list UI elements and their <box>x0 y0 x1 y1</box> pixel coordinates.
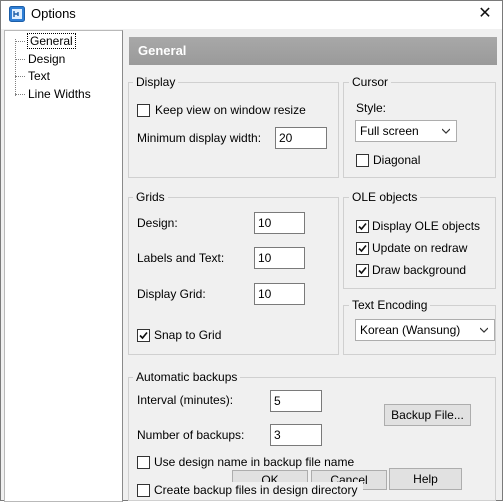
update-redraw-checkbox[interactable] <box>356 242 369 255</box>
snap-to-grid-checkbox[interactable] <box>137 329 150 342</box>
create-in-directory-checkbox[interactable] <box>137 484 150 497</box>
cursor-group-title: Cursor <box>349 75 392 89</box>
text-encoding-value: Korean (Wansung) <box>360 323 461 337</box>
labels-text-grid-input[interactable]: 10 <box>254 247 305 269</box>
backup-count-label: Number of backups: <box>137 428 245 442</box>
draw-background-label: Draw background <box>372 263 467 277</box>
interval-label: Interval (minutes): <box>137 393 234 407</box>
use-design-name-checkbox[interactable] <box>137 456 150 469</box>
keep-view-label: Keep view on window resize <box>155 103 306 117</box>
keep-view-checkbox[interactable] <box>137 104 150 117</box>
text-encoding-select[interactable]: Korean (Wansung) <box>355 319 495 341</box>
tree-item-text[interactable]: Text <box>15 68 50 84</box>
style-label: Style: <box>356 101 387 115</box>
tree-item-label: General <box>27 33 76 49</box>
create-in-directory-label: Create backup files in design directory <box>154 483 358 497</box>
tree-item-label: Design <box>28 52 66 66</box>
checkmark-icon <box>358 222 367 231</box>
backup-file-button[interactable]: Backup File... <box>384 404 471 426</box>
draw-background-checkbox[interactable] <box>356 264 369 277</box>
interval-input[interactable]: 5 <box>270 390 322 412</box>
help-button[interactable]: Help <box>389 468 462 490</box>
page-title: General <box>138 43 187 58</box>
cursor-style-select[interactable]: Full screen <box>355 120 457 142</box>
close-button[interactable]: ✕ <box>472 2 498 26</box>
chevron-down-icon <box>442 128 450 134</box>
display-group-title: Display <box>133 75 179 89</box>
design-grid-input[interactable]: 10 <box>254 212 305 234</box>
grids-group-title: Grids <box>133 190 168 204</box>
design-grid-label: Design: <box>137 216 178 230</box>
display-grid-input[interactable]: 10 <box>254 283 305 305</box>
checkmark-icon <box>139 331 148 340</box>
title-bar <box>1 1 502 29</box>
min-width-input[interactable]: 20 <box>275 127 327 149</box>
display-grid-label: Display Grid: <box>137 287 206 301</box>
cursor-style-value: Full screen <box>360 124 419 138</box>
snap-to-grid-label: Snap to Grid <box>154 328 222 342</box>
window-title: Options <box>31 6 76 21</box>
tree-item-label: Text <box>28 69 51 83</box>
app-icon <box>9 6 25 22</box>
chevron-down-icon <box>480 327 488 333</box>
min-width-label: Minimum display width: <box>137 131 262 145</box>
tree-item-design[interactable]: Design <box>15 51 65 67</box>
use-design-name-label: Use design name in backup file name <box>154 455 355 469</box>
automatic-backups-group-title: Automatic backups <box>133 370 241 384</box>
tree-item-label: Line Widths <box>28 87 91 101</box>
category-tree: General Design Text Line Widths <box>4 30 123 502</box>
labels-text-grid-label: Labels and Text: <box>137 251 225 265</box>
backup-count-input[interactable]: 3 <box>270 424 322 446</box>
checkmark-icon <box>358 266 367 275</box>
checkmark-icon <box>358 244 367 253</box>
text-encoding-group-title: Text Encoding <box>349 298 431 312</box>
diagonal-checkbox[interactable] <box>356 154 369 167</box>
tree-item-general[interactable]: General <box>15 33 76 49</box>
ole-objects-group-title: OLE objects <box>349 190 421 204</box>
display-ole-checkbox[interactable] <box>356 220 369 233</box>
tree-item-line-widths[interactable]: Line Widths <box>15 86 91 102</box>
display-ole-label: Display OLE objects <box>372 219 481 233</box>
diagonal-label: Diagonal <box>373 153 421 167</box>
update-redraw-label: Update on redraw <box>372 241 468 255</box>
